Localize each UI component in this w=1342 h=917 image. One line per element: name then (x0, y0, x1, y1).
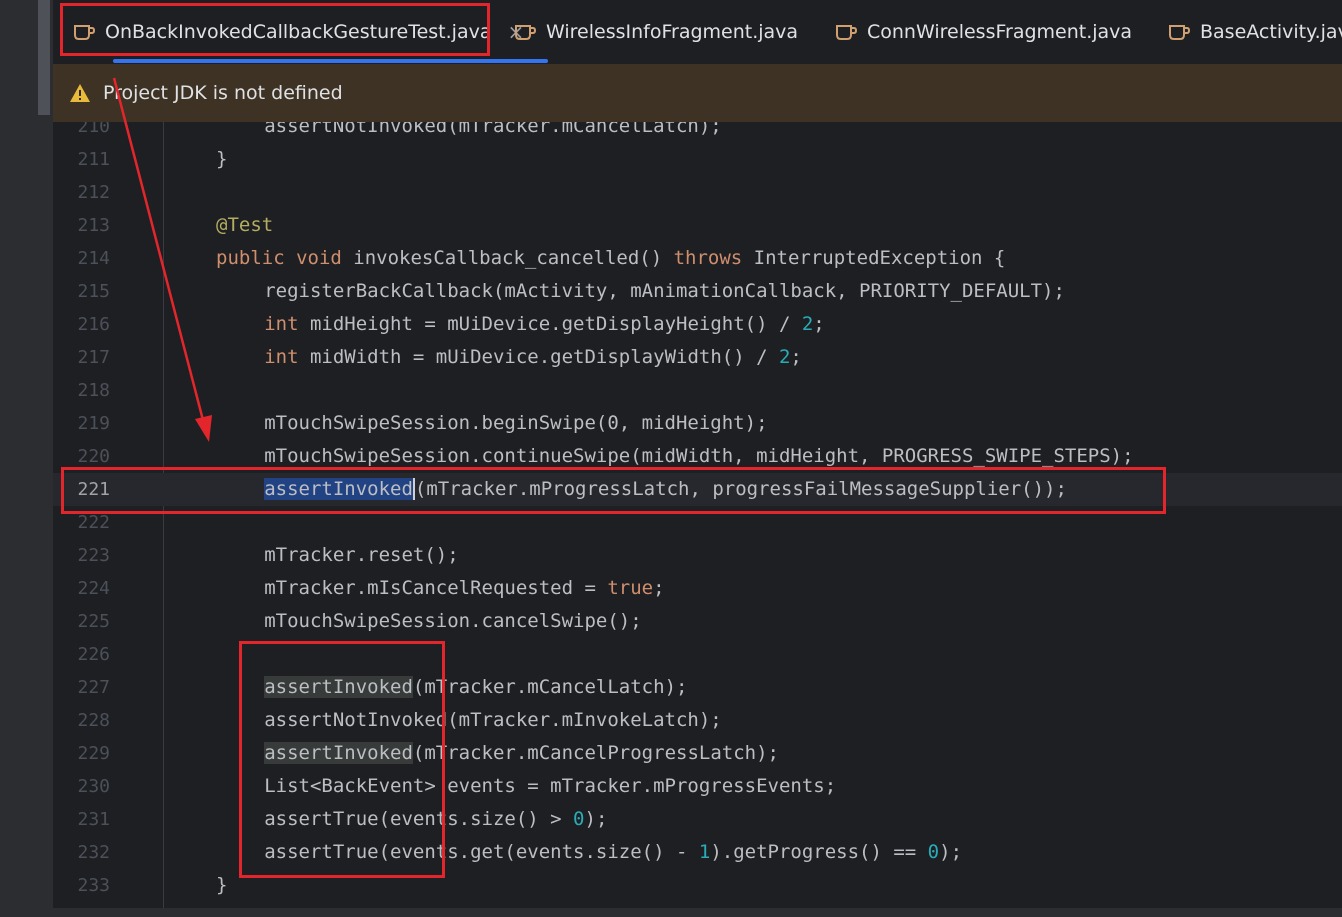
annotation-arrow (112, 77, 212, 442)
